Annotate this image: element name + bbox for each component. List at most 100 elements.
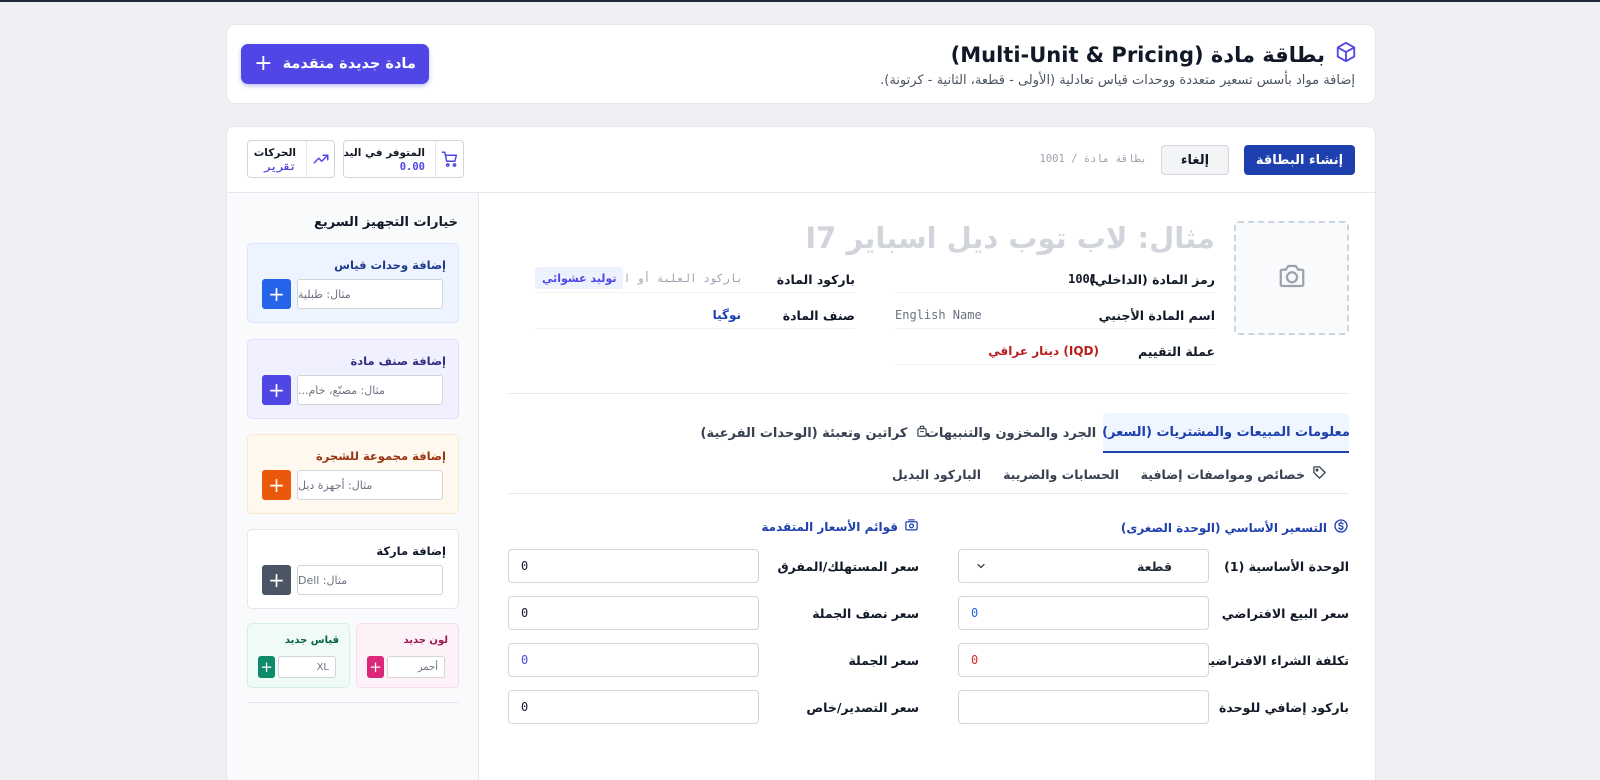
new-color-title: لون جديد bbox=[403, 635, 448, 646]
dollar-circle-icon bbox=[1333, 518, 1349, 537]
foreign-name-input[interactable]: English Name bbox=[895, 308, 982, 322]
page-header: بطاقة مادة (Multi-Unit & Pricing) إضافة … bbox=[226, 24, 1376, 104]
foreign-name-label: اسم المادة الأجنبي bbox=[1098, 308, 1215, 323]
add-category-input[interactable]: مثال: مصنّع، خام... bbox=[297, 375, 443, 405]
tab-cartons-packing-label: كراتين وتعبئة (الوحدات الفرعية) bbox=[700, 425, 908, 441]
new-size-input[interactable]: XL bbox=[278, 656, 336, 678]
window-top-border bbox=[0, 0, 1600, 2]
new-size-button[interactable]: + bbox=[258, 656, 275, 678]
subtab-alt-barcode[interactable]: الباركود البديل bbox=[892, 463, 981, 485]
new-advanced-item-label: مادة جديدة متقدمة bbox=[282, 56, 416, 72]
movements-report-button[interactable]: الحركات تقرير bbox=[247, 140, 335, 178]
sidebar-title: خيارات التجهيز السريع bbox=[313, 215, 458, 230]
default-sale-price-input[interactable]: 0 bbox=[958, 596, 1209, 630]
half-wholesale-price-label: سعر نصف الجملة bbox=[812, 606, 919, 621]
item-photo-upload[interactable] bbox=[1234, 221, 1349, 335]
sidebar-divider bbox=[247, 702, 459, 703]
section-divider bbox=[508, 393, 1349, 394]
export-price-input[interactable]: 0 bbox=[508, 690, 759, 724]
new-size-title: قياس جديد bbox=[284, 635, 339, 646]
barcode-row: باركود المادة باركود العلبة أو ال توليد … bbox=[535, 267, 855, 293]
base-unit-label: الوحدة الأساسية (1) bbox=[1224, 559, 1349, 574]
item-code-value[interactable]: 1001 bbox=[1068, 272, 1097, 286]
cancel-button[interactable]: إلغاء bbox=[1161, 145, 1229, 175]
quick-setup-sidebar: خيارات التجهيز السريع إضافة وحدات قياس م… bbox=[227, 193, 479, 780]
consumer-price-input[interactable]: 0 bbox=[508, 549, 759, 583]
subtab-extra-specs[interactable]: خصائص ومواصفات إضافية bbox=[1141, 463, 1327, 485]
add-unit-input[interactable]: مثال: طبلية bbox=[297, 279, 443, 309]
chevron-down-icon bbox=[975, 560, 987, 575]
tab-cartons-packing[interactable]: كراتين وتعبئة (الوحدات الفرعية) bbox=[701, 413, 928, 453]
subtab-extra-specs-label: خصائص ومواصفات إضافية bbox=[1140, 466, 1305, 482]
add-brand-title: إضافة ماركة bbox=[376, 544, 446, 558]
new-color-button[interactable]: + bbox=[367, 656, 384, 678]
item-code-row: رمز المادة (الداخلي) 1001 bbox=[895, 267, 1215, 293]
new-color-box: لون جديد أحمر + bbox=[356, 623, 459, 688]
item-form: مثال: لاب توب ديل اسباير I7 رمز المادة (… bbox=[480, 193, 1377, 780]
subtab-alt-barcode-label: الباركود البديل bbox=[892, 466, 981, 482]
tab-inventory-label: الجرد والمخزون والتنبيهات bbox=[925, 425, 1097, 441]
subtab-accounts-tax[interactable]: الحسابات والضريبة bbox=[1003, 463, 1119, 485]
add-tree-group-input[interactable]: مثال: أجهزة ديل bbox=[297, 470, 443, 500]
currency-value[interactable]: دينار عراقي (IQD) bbox=[988, 344, 1099, 358]
basic-pricing-title: التسعير الأساسي (الوحدة الصغرى) bbox=[1120, 520, 1327, 535]
subtabs-divider bbox=[508, 493, 1349, 494]
tab-inventory[interactable]: الجرد والمخزون والتنبيهات bbox=[926, 413, 1096, 453]
tab-sales-purchases[interactable]: معلومات المبيعات والمشتريات (السعر) bbox=[1102, 413, 1350, 453]
add-brand-input[interactable]: مثال: Dell bbox=[297, 565, 443, 595]
camera-icon bbox=[1275, 261, 1309, 295]
wholesale-price-input[interactable]: 0 bbox=[508, 643, 759, 677]
add-brand-button[interactable]: + bbox=[262, 565, 291, 595]
create-card-button[interactable]: إنشاء البطاقة bbox=[1244, 145, 1355, 175]
add-category-title: إضافة صنف مادة bbox=[350, 354, 446, 368]
movements-value: تقرير bbox=[264, 161, 296, 173]
barcode-label: باركود المادة bbox=[776, 272, 855, 287]
tab-sales-purchases-label: معلومات المبيعات والمشتريات (السعر) bbox=[1102, 424, 1350, 440]
advanced-price-lists-title: قوائم الأسعار المتقدمة bbox=[761, 520, 898, 534]
package-icon bbox=[915, 424, 929, 442]
category-label: صنف المادة bbox=[782, 308, 855, 323]
breadcrumb: بطاقة مادة / 1001 bbox=[1039, 153, 1147, 165]
add-category-button[interactable]: + bbox=[262, 375, 291, 405]
wholesale-price-label: سعر الجملة bbox=[848, 653, 919, 668]
item-card: إنشاء البطاقة إلغاء بطاقة مادة / 1001 ال… bbox=[226, 126, 1376, 780]
add-tree-group-title: إضافة مجموعة للشجرة bbox=[316, 449, 446, 463]
advanced-price-lists-link[interactable]: قوائم الأسعار المتقدمة bbox=[761, 518, 919, 536]
barcode-input[interactable]: باركود العلبة أو ال bbox=[617, 272, 743, 285]
trending-up-icon bbox=[306, 141, 334, 177]
add-unit-button[interactable]: + bbox=[262, 279, 291, 309]
extra-unit-barcode-label: باركود إضافي للوحدة bbox=[1219, 700, 1349, 715]
new-color-input[interactable]: أحمر bbox=[387, 656, 445, 678]
add-category-box: إضافة صنف مادة مثال: مصنّع، خام... + bbox=[247, 339, 459, 419]
category-row: صنف المادة نوگيا bbox=[535, 303, 855, 329]
basic-pricing-heading: التسعير الأساسي (الوحدة الصغرى) bbox=[1121, 518, 1349, 537]
page-subtitle: إضافة مواد بأسس تسعير متعددة ووحدات قياس… bbox=[880, 73, 1355, 88]
add-tree-group-button[interactable]: + bbox=[262, 470, 291, 500]
stock-value: 0.00 bbox=[399, 161, 425, 173]
export-price-label: سعر التصدير/خاص bbox=[806, 700, 919, 715]
stock-on-hand-button[interactable]: المتوفر في اليد 0.00 bbox=[343, 140, 464, 178]
cube-icon bbox=[1335, 41, 1357, 68]
price-list-icon bbox=[904, 518, 919, 536]
base-unit-select[interactable]: قطعة bbox=[958, 549, 1209, 583]
half-wholesale-price-input[interactable]: 0 bbox=[508, 596, 759, 630]
item-code-label: رمز المادة (الداخلي) bbox=[1089, 272, 1215, 287]
currency-label: عملة التقييم bbox=[1137, 344, 1215, 359]
subtab-accounts-tax-label: الحسابات والضريبة bbox=[1003, 466, 1119, 482]
new-advanced-item-button[interactable]: مادة جديدة متقدمة + bbox=[241, 44, 429, 84]
cart-icon bbox=[435, 141, 463, 177]
default-cost-input[interactable]: 0 bbox=[958, 643, 1209, 677]
currency-row: عملة التقييم دينار عراقي (IQD) bbox=[895, 339, 1215, 365]
tag-icon bbox=[1312, 465, 1327, 483]
category-select[interactable]: نوگيا bbox=[713, 308, 741, 322]
plus-icon: + bbox=[254, 51, 273, 76]
page-title: بطاقة مادة (Multi-Unit & Pricing) bbox=[951, 41, 1357, 68]
new-size-box: قياس جديد XL + bbox=[247, 623, 350, 688]
item-name-input[interactable]: مثال: لاب توب ديل اسباير I7 bbox=[805, 221, 1215, 255]
generate-random-barcode-button[interactable]: توليد عشوائي bbox=[535, 267, 624, 289]
default-cost-label: تكلفة الشراء الافتراضية bbox=[1202, 653, 1349, 668]
default-sale-price-label: سعر البيع الافتراضي bbox=[1221, 606, 1349, 621]
extra-unit-barcode-input[interactable] bbox=[958, 690, 1209, 724]
foreign-name-row: اسم المادة الأجنبي English Name bbox=[895, 303, 1215, 329]
add-tree-group-box: إضافة مجموعة للشجرة مثال: أجهزة ديل + bbox=[247, 434, 459, 514]
